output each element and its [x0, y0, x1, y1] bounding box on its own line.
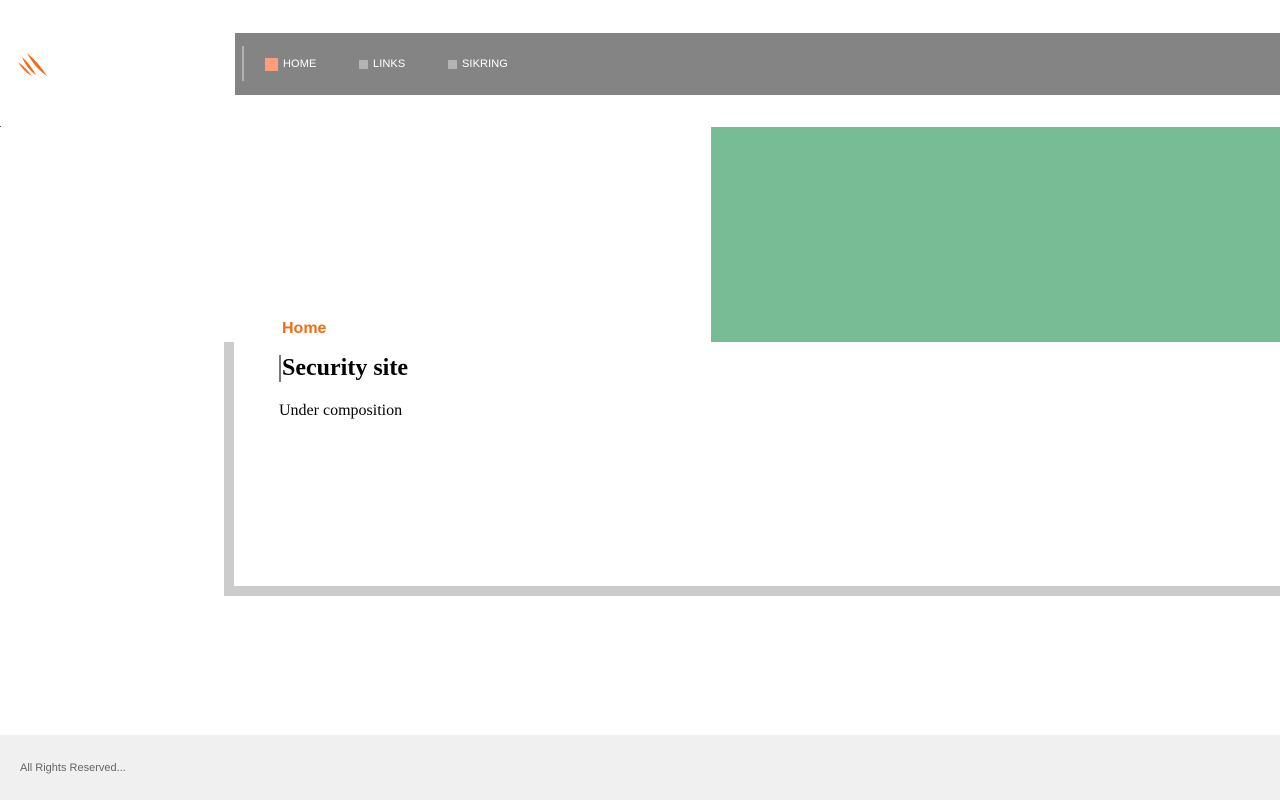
content-frame-left-border: [224, 342, 234, 596]
square-bullet-icon: [359, 59, 368, 69]
square-bullet-icon: [265, 57, 278, 71]
header-banner: [711, 127, 1280, 342]
page-body-text: Under composition: [279, 402, 403, 419]
heading-accent-bar: [279, 355, 281, 382]
nav-item-home[interactable]: HOME: [265, 33, 316, 95]
section-title: Home: [282, 320, 327, 337]
square-bullet-icon: [448, 59, 457, 69]
decorative-dot: [0, 126, 1, 127]
content-frame-bottom-border: [224, 586, 1280, 596]
footer: All Rights Reserved...: [0, 735, 1280, 800]
footer-copyright: All Rights Reserved...: [20, 762, 126, 774]
site-logo-icon[interactable]: [14, 50, 50, 80]
nav-divider: [242, 46, 244, 81]
page-heading: Security site: [282, 355, 408, 381]
nav-item-label: HOME: [283, 58, 317, 70]
top-navigation: HOME LINKS SIKRING: [235, 33, 1280, 95]
nav-item-label: SIKRING: [462, 58, 508, 70]
nav-item-label: LINKS: [373, 58, 406, 70]
nav-item-sikring[interactable]: SIKRING: [448, 33, 508, 95]
page: HOME LINKS SIKRING Home Security site Un…: [0, 0, 1280, 800]
nav-item-links[interactable]: LINKS: [359, 33, 405, 95]
